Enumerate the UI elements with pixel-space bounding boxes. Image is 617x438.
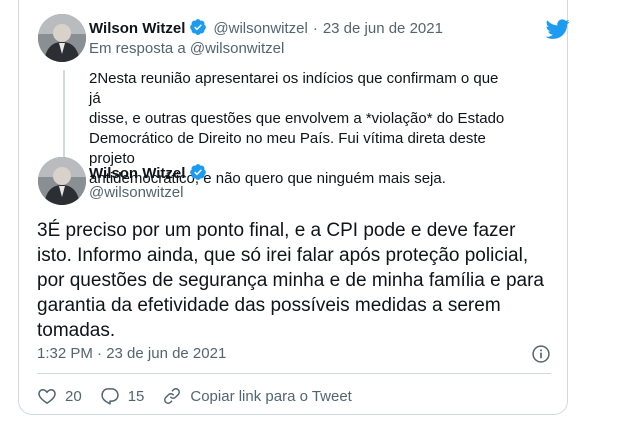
like-button[interactable]: 20: [37, 386, 82, 406]
parent-author-name[interactable]: Wilson Witzel: [89, 20, 185, 37]
parent-avatar[interactable]: [38, 14, 86, 62]
copy-link-button[interactable]: Copiar link para o Tweet: [162, 386, 352, 406]
main-author-handle[interactable]: @wilsonwitzel: [89, 184, 183, 201]
main-tweet-text: 3É preciso por um ponto final, e a CPI p…: [37, 220, 544, 341]
parent-date[interactable]: 23 de jun de 2021: [323, 20, 443, 37]
copy-link-label: Copiar link para o Tweet: [190, 387, 352, 405]
main-author-row: Wilson Witzel: [89, 163, 207, 182]
main-avatar[interactable]: [38, 157, 86, 205]
thread-connector-line: [63, 70, 65, 158]
tweet-actions-bar: 20 15 Copiar link para o Tweet: [37, 385, 370, 407]
main-author-name[interactable]: Wilson Witzel: [89, 165, 185, 182]
link-icon: [164, 388, 181, 404]
like-count: 20: [65, 387, 82, 405]
info-icon[interactable]: [531, 344, 551, 364]
verified-badge-icon: [190, 19, 207, 35]
embedded-tweet-card: Wilson Witzel @wilsonwitzel · 23 de jun de …: [18, 0, 570, 415]
avatar-photo: [38, 14, 86, 62]
verified-badge-icon: [190, 164, 207, 180]
actions-divider: [37, 373, 551, 374]
heart-icon: [38, 388, 56, 404]
reply-to-line[interactable]: Em resposta a @wilsonwitzel: [89, 40, 284, 57]
avatar-photo: [38, 157, 86, 205]
reply-button[interactable]: 15: [100, 386, 145, 406]
parent-author-row: Wilson Witzel @wilsonwitzel · 23 de jun de …: [89, 18, 443, 37]
reply-icon: [101, 388, 119, 405]
parent-separator: ·: [312, 20, 318, 37]
tweet-timestamp[interactable]: 1:32 PM · 23 de jun de 2021: [37, 345, 226, 362]
twitter-bird-icon[interactable]: [546, 17, 570, 41]
reply-count: 15: [127, 387, 145, 405]
parent-author-handle[interactable]: @wilsonwitzel: [213, 20, 307, 37]
